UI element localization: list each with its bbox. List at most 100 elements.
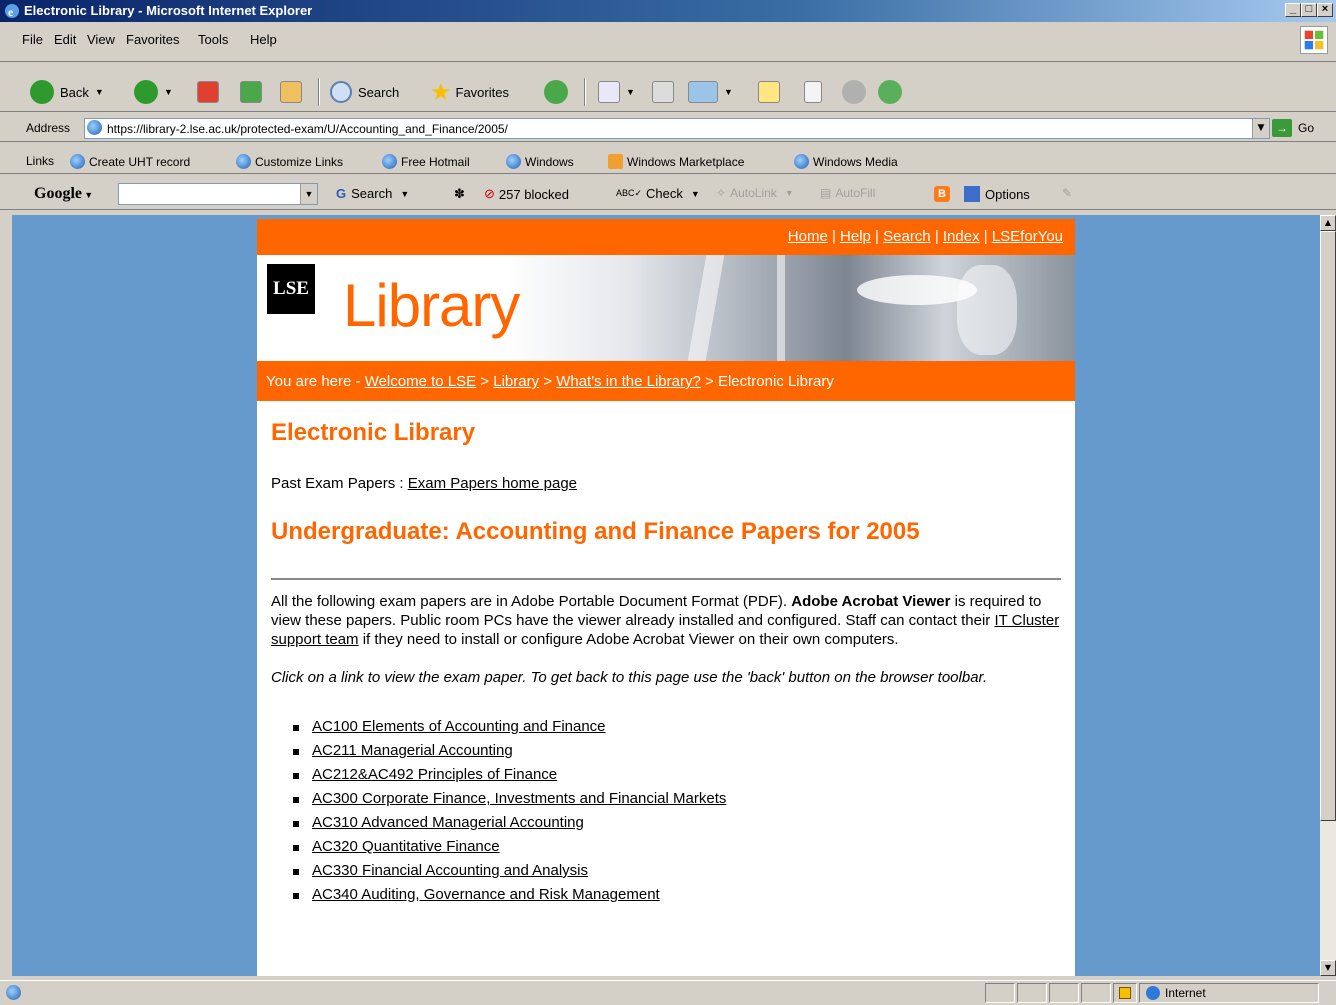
- breadcrumb-library-link[interactable]: Library: [493, 373, 539, 390]
- dropdown-icon: ▼: [94, 87, 104, 97]
- messenger-button[interactable]: [878, 78, 902, 106]
- go-button[interactable]: → Go: [1272, 119, 1314, 137]
- page-status-icon: [6, 985, 25, 1003]
- forward-button[interactable]: ▼: [134, 78, 173, 106]
- google-search-button[interactable]: G Search ▼: [336, 186, 409, 201]
- highlight-pen-icon[interactable]: ✎: [1062, 186, 1072, 200]
- standard-toolbar: Back ▼ ▼ Search ★ Favorites ▼ ▼: [0, 72, 1336, 112]
- windows-logo-icon: [1300, 26, 1328, 54]
- popup-blocker[interactable]: ⊘ 257 blocked: [484, 186, 569, 202]
- mail-icon: [598, 81, 620, 103]
- google-dropdown-icon[interactable]: ▼: [300, 184, 317, 204]
- edit-icon: [688, 81, 718, 103]
- paper-link-ac340[interactable]: AC340 Auditing, Governance and Risk Mana…: [312, 886, 660, 903]
- google-g-icon: G: [336, 186, 347, 201]
- messenger-icon: [878, 80, 902, 104]
- star-icon: ★: [430, 78, 452, 106]
- status-cell: [985, 983, 1015, 1003]
- scroll-down-icon[interactable]: ▼: [1320, 960, 1336, 976]
- menu-file[interactable]: File: [22, 32, 43, 47]
- notes-button[interactable]: [758, 78, 780, 106]
- title-bar: e Electronic Library - Microsoft Interne…: [0, 0, 1336, 22]
- options-button[interactable]: Options: [964, 186, 1030, 202]
- menu-help[interactable]: Help: [250, 32, 277, 47]
- link-windows-marketplace[interactable]: Windows Marketplace: [608, 154, 744, 169]
- address-label: Address: [26, 121, 71, 135]
- address-input[interactable]: https://library-2.lse.ac.uk/protected-ex…: [84, 118, 1270, 139]
- spell-check-button[interactable]: ABC✓ Check ▼: [616, 186, 700, 201]
- google-search-input[interactable]: ▼: [118, 183, 318, 205]
- dropdown-icon: ▼: [724, 87, 733, 97]
- stop-button[interactable]: [197, 78, 219, 106]
- discuss-button[interactable]: [842, 78, 866, 106]
- paper-link-ac330[interactable]: AC330 Financial Accounting and Analysis: [312, 862, 588, 879]
- menu-view[interactable]: View: [87, 32, 115, 47]
- device-button[interactable]: [804, 78, 822, 106]
- paper-link-ac212-ac492[interactable]: AC212&AC492 Principles of Finance: [312, 766, 557, 783]
- nav-search-link[interactable]: Search: [883, 228, 931, 245]
- close-button[interactable]: ×: [1317, 3, 1333, 17]
- nav-lseforyou-link[interactable]: LSEforYou: [992, 228, 1063, 245]
- link-windows[interactable]: Windows: [506, 154, 574, 169]
- autolink-button[interactable]: ✧ AutoLink ▼: [716, 186, 794, 200]
- exam-papers-home-link[interactable]: Exam Papers home page: [408, 475, 577, 492]
- refresh-button[interactable]: [240, 78, 262, 106]
- breadcrumb-whats-in-library-link[interactable]: What's in the Library?: [556, 373, 701, 390]
- menu-edit[interactable]: Edit: [54, 32, 76, 47]
- paper-link-ac320[interactable]: AC320 Quantitative Finance: [312, 838, 500, 855]
- minimize-button[interactable]: _: [1285, 3, 1301, 17]
- blogger-icon[interactable]: B: [934, 186, 950, 202]
- popup-blocked-icon: ⊘: [484, 186, 495, 201]
- menu-favorites[interactable]: Favorites: [126, 32, 179, 47]
- paper-link-ac100[interactable]: AC100 Elements of Accounting and Finance: [312, 718, 606, 735]
- search-icon: [330, 81, 352, 103]
- search-button[interactable]: Search: [330, 78, 399, 106]
- edit-button[interactable]: ▼: [688, 78, 733, 106]
- address-url: https://library-2.lse.ac.uk/protected-ex…: [107, 122, 508, 136]
- menu-tools[interactable]: Tools: [198, 32, 228, 47]
- link-customize-links[interactable]: Customize Links: [236, 154, 343, 169]
- toolbar-separator: [584, 78, 586, 106]
- favorites-button[interactable]: ★ Favorites: [430, 78, 509, 106]
- scroll-up-icon[interactable]: ▲: [1320, 215, 1336, 231]
- back-button[interactable]: Back ▼: [30, 78, 104, 106]
- vertical-scrollbar[interactable]: ▲ ▼: [1320, 215, 1336, 976]
- stop-icon: [197, 81, 219, 103]
- ie-page-icon: [70, 154, 85, 169]
- status-cell: [1081, 983, 1111, 1003]
- breadcrumb-welcome-link[interactable]: Welcome to LSE: [365, 373, 476, 390]
- link-free-hotmail[interactable]: Free Hotmail: [382, 154, 470, 169]
- paper-link-ac211[interactable]: AC211 Managerial Accounting: [312, 742, 513, 759]
- banner-library-title: Library: [343, 272, 520, 339]
- print-button[interactable]: [652, 78, 674, 106]
- pagerank-icon[interactable]: ✽: [454, 186, 465, 202]
- refresh-icon: [240, 81, 262, 103]
- mail-button[interactable]: ▼: [598, 78, 635, 106]
- paper-link-ac310[interactable]: AC310 Advanced Managerial Accounting: [312, 814, 584, 831]
- note-icon: [758, 81, 780, 103]
- lse-logo[interactable]: LSE: [267, 264, 315, 314]
- google-toolbar: Google ▼ ▼ G Search ▼ ✽ ⊘ 257 blocked ABC✓ C…: [0, 180, 1336, 210]
- paper-link-ac300[interactable]: AC300 Corporate Finance, Investments and…: [312, 790, 726, 807]
- security-lock-cell[interactable]: [1113, 983, 1137, 1003]
- address-dropdown-icon[interactable]: ▼: [1252, 119, 1269, 138]
- google-logo[interactable]: Google ▼: [34, 185, 93, 203]
- link-windows-media[interactable]: Windows Media: [794, 154, 898, 169]
- home-button[interactable]: [280, 78, 302, 106]
- go-arrow-icon: →: [1272, 119, 1292, 137]
- web-page: Home | Help | Search | Index | LSEforYou…: [257, 219, 1075, 976]
- device-icon: [804, 81, 822, 103]
- history-button[interactable]: [544, 78, 568, 106]
- maximize-button[interactable]: □: [1301, 3, 1317, 17]
- page-content: Electronic Library Past Exam Papers : Ex…: [257, 419, 1075, 907]
- autofill-button[interactable]: ▤ AutoFill: [820, 186, 875, 200]
- link-create-uht-record[interactable]: Create UHT record: [70, 154, 190, 169]
- scroll-thumb[interactable]: [1320, 231, 1336, 821]
- globe-icon: [1146, 986, 1160, 1000]
- instruction-paragraph: Click on a link to view the exam paper. …: [271, 669, 988, 686]
- nav-help-link[interactable]: Help: [840, 228, 871, 245]
- window-title: Electronic Library - Microsoft Internet …: [24, 3, 313, 18]
- back-arrow-icon: [30, 80, 54, 104]
- nav-index-link[interactable]: Index: [943, 228, 980, 245]
- nav-home-link[interactable]: Home: [788, 228, 828, 245]
